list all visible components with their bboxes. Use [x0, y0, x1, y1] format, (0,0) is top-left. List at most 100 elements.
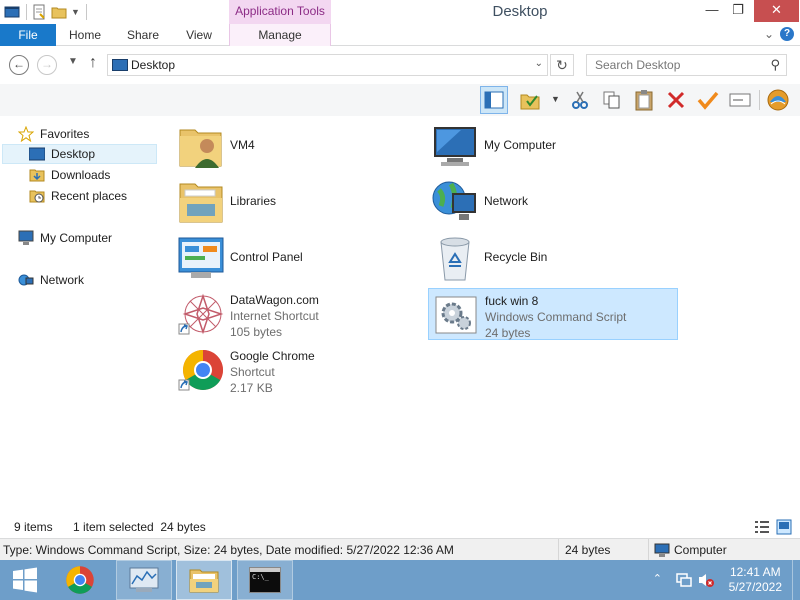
item-google-chrome-name: Google Chrome	[230, 349, 315, 363]
chrome-icon	[66, 566, 94, 594]
item-datawagon-type: Internet Shortcut	[230, 309, 319, 323]
item-fuck-win-8[interactable]: fuck win 8 Windows Command Script 24 byt…	[428, 288, 678, 340]
taskbar: C:\_ ⌃ 12:41 AM 5/27/2022	[0, 560, 800, 600]
taskbar-command-prompt[interactable]: C:\_	[237, 560, 293, 600]
maximize-button[interactable]: ❐	[724, 0, 752, 22]
show-desktop-button[interactable]	[792, 560, 800, 600]
select-folder-button[interactable]	[516, 86, 544, 114]
desktop-icon	[29, 146, 45, 162]
windows-logo-icon	[13, 567, 37, 593]
address-bar[interactable]: Desktop ⌄	[107, 54, 548, 76]
taskbar-server-manager[interactable]	[116, 560, 172, 600]
user-folder-icon	[179, 129, 222, 168]
item-control-panel[interactable]: Control Panel	[160, 232, 410, 284]
tab-share[interactable]: Share	[118, 24, 168, 46]
tab-manage[interactable]: Manage	[231, 24, 329, 46]
item-fuck-win-8-type: Windows Command Script	[485, 310, 627, 324]
item-vm4[interactable]: VM4	[160, 120, 410, 172]
refresh-button[interactable]: ↻	[550, 54, 574, 76]
address-dropdown-icon[interactable]: ⌄	[535, 58, 543, 69]
minimize-button[interactable]: —	[698, 0, 726, 22]
recycle-bin-icon	[440, 237, 470, 281]
forward-button[interactable]: →	[37, 55, 57, 75]
recent-places-icon	[29, 188, 45, 204]
clock[interactable]: 12:41 AM 5/27/2022	[729, 565, 782, 595]
internet-shortcut-icon	[178, 293, 224, 335]
help-icon[interactable]: ?	[780, 27, 794, 41]
preview-pane-icon	[484, 91, 504, 109]
item-libraries[interactable]: Libraries	[160, 176, 410, 228]
item-recycle-bin[interactable]: Recycle Bin	[414, 232, 664, 284]
qat-separator	[85, 4, 87, 20]
folder-check-icon	[520, 94, 540, 110]
nav-desktop[interactable]: Desktop	[2, 144, 157, 164]
properties-check-button[interactable]	[694, 86, 722, 114]
toolbar-dropdown-icon[interactable]: ▼	[551, 94, 560, 104]
rename-button[interactable]	[726, 86, 754, 114]
item-my-computer[interactable]: My Computer	[414, 120, 664, 172]
file-explorer-icon	[189, 569, 219, 593]
search-input[interactable]	[595, 55, 765, 75]
back-button[interactable]: ←	[9, 55, 29, 75]
item-count: 9 items	[14, 520, 53, 534]
qat-dropdown-icon[interactable]: ▼	[71, 7, 80, 17]
volume-muted-icon[interactable]	[698, 572, 714, 588]
details-separator	[648, 539, 649, 561]
shell-button[interactable]	[764, 86, 792, 114]
delete-x-icon	[667, 91, 685, 109]
clock-date: 5/27/2022	[728, 580, 782, 594]
computer-zone-icon	[654, 543, 670, 557]
nav-network[interactable]: Network	[18, 270, 148, 290]
window-title: Desktop	[492, 3, 548, 20]
taskbar-file-explorer[interactable]	[176, 560, 232, 600]
preview-pane-button[interactable]	[480, 86, 508, 114]
start-button[interactable]	[0, 560, 50, 600]
item-my-computer-name: My Computer	[484, 138, 557, 152]
tab-file[interactable]: File	[0, 24, 56, 46]
item-vm4-name: VM4	[230, 138, 255, 152]
new-folder-icon[interactable]	[51, 4, 67, 20]
details-location: Computer	[674, 543, 727, 557]
up-button[interactable]: ↑	[89, 54, 97, 72]
desktop-location-icon	[112, 59, 128, 71]
nav-my-computer[interactable]: My Computer	[18, 228, 148, 248]
tab-home[interactable]: Home	[60, 24, 110, 46]
paste-button[interactable]	[630, 86, 658, 114]
file-list: VM4 My Computer Libraries Network Contro…	[160, 116, 800, 516]
delete-button[interactable]	[662, 86, 690, 114]
nav-favorites[interactable]: Favorites	[18, 124, 148, 144]
recent-locations-icon[interactable]: ▼	[68, 56, 78, 67]
search-box[interactable]: ⚲	[586, 54, 787, 76]
item-google-chrome-size: 2.17 KB	[230, 381, 273, 395]
item-datawagon[interactable]: DataWagon.com Internet Shortcut 105 byte…	[160, 288, 410, 340]
window-icon[interactable]	[4, 4, 20, 20]
network-status-icon[interactable]	[676, 572, 692, 588]
cut-button[interactable]	[566, 86, 594, 114]
large-icons-view-icon[interactable]	[776, 519, 792, 535]
quick-access-toolbar: ▼	[0, 0, 87, 24]
performance-monitor-icon	[129, 567, 159, 592]
properties-icon[interactable]	[31, 4, 47, 20]
application-tools-context-label: Application Tools	[229, 0, 331, 24]
search-icon[interactable]: ⚲	[770, 57, 780, 73]
details-view-icon[interactable]	[754, 519, 770, 535]
tab-view[interactable]: View	[175, 24, 223, 46]
nav-downloads[interactable]: Downloads	[2, 165, 157, 185]
command-prompt-icon: C:\_	[249, 567, 281, 593]
expand-ribbon-icon[interactable]: ⌄	[764, 27, 774, 41]
control-panel-icon	[178, 237, 224, 278]
computer-icon	[18, 230, 34, 246]
toolbar-separator	[759, 90, 760, 110]
rename-icon	[729, 93, 751, 107]
nav-recent-places[interactable]: Recent places	[2, 186, 157, 206]
taskbar-chrome[interactable]	[52, 560, 108, 600]
nav-network-label: Network	[40, 273, 85, 287]
item-google-chrome[interactable]: Google Chrome Shortcut 2.17 KB	[160, 344, 410, 396]
copy-button[interactable]	[598, 86, 626, 114]
command-toolbar: ▼	[0, 84, 800, 116]
selection-info: 1 item selected 24 bytes	[73, 520, 206, 534]
close-button[interactable]: ✕	[754, 0, 799, 22]
tray-overflow-chevron-icon[interactable]: ⌃	[653, 572, 662, 585]
item-network[interactable]: Network	[414, 176, 664, 228]
command-script-icon	[435, 296, 477, 334]
